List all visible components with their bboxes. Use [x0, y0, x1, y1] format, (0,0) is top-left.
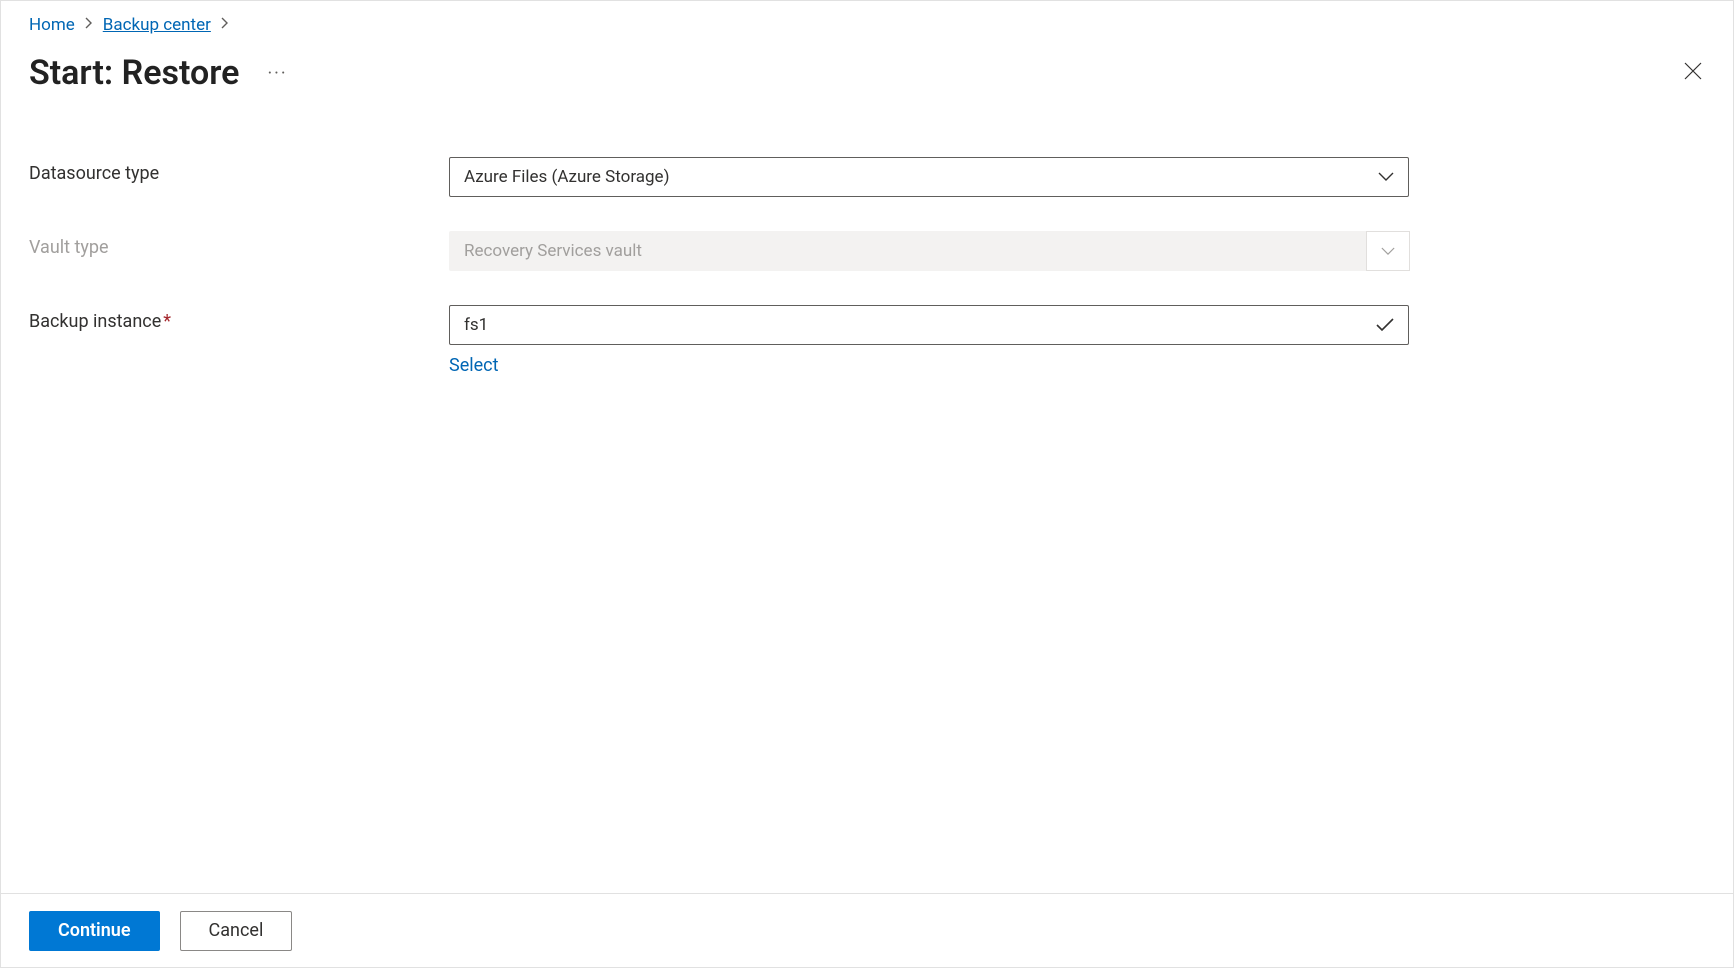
- breadcrumb: Home Backup center: [29, 15, 1705, 35]
- backup-instance-label: Backup instance*: [29, 305, 449, 332]
- page-header: Start: Restore ···: [29, 53, 1705, 93]
- chevron-right-icon: [221, 17, 229, 33]
- required-indicator: *: [163, 311, 171, 332]
- backup-instance-select[interactable]: fs1: [449, 305, 1409, 345]
- backup-instance-value: fs1: [464, 315, 488, 335]
- chevron-down-icon: [1366, 231, 1410, 271]
- vault-type-label: Vault type: [29, 231, 449, 258]
- checkmark-icon: [1376, 318, 1394, 332]
- chevron-right-icon: [85, 17, 93, 33]
- vault-type-value: Recovery Services vault: [464, 241, 642, 261]
- vault-type-select: Recovery Services vault: [449, 231, 1409, 271]
- page-title: Start: Restore: [29, 53, 239, 93]
- more-actions-button[interactable]: ···: [263, 59, 291, 88]
- footer: Continue Cancel: [1, 893, 1733, 967]
- continue-button[interactable]: Continue: [29, 911, 160, 951]
- backup-instance-select-link[interactable]: Select: [449, 355, 498, 376]
- datasource-type-value: Azure Files (Azure Storage): [464, 167, 670, 187]
- chevron-down-icon: [1378, 172, 1394, 182]
- datasource-type-select[interactable]: Azure Files (Azure Storage): [449, 157, 1409, 197]
- close-button[interactable]: [1677, 55, 1709, 91]
- breadcrumb-backup-center-link[interactable]: Backup center: [103, 15, 211, 35]
- breadcrumb-home-link[interactable]: Home: [29, 15, 75, 35]
- datasource-type-label: Datasource type: [29, 157, 449, 184]
- form: Datasource type Azure Files (Azure Stora…: [29, 157, 1409, 376]
- cancel-button[interactable]: Cancel: [180, 911, 293, 951]
